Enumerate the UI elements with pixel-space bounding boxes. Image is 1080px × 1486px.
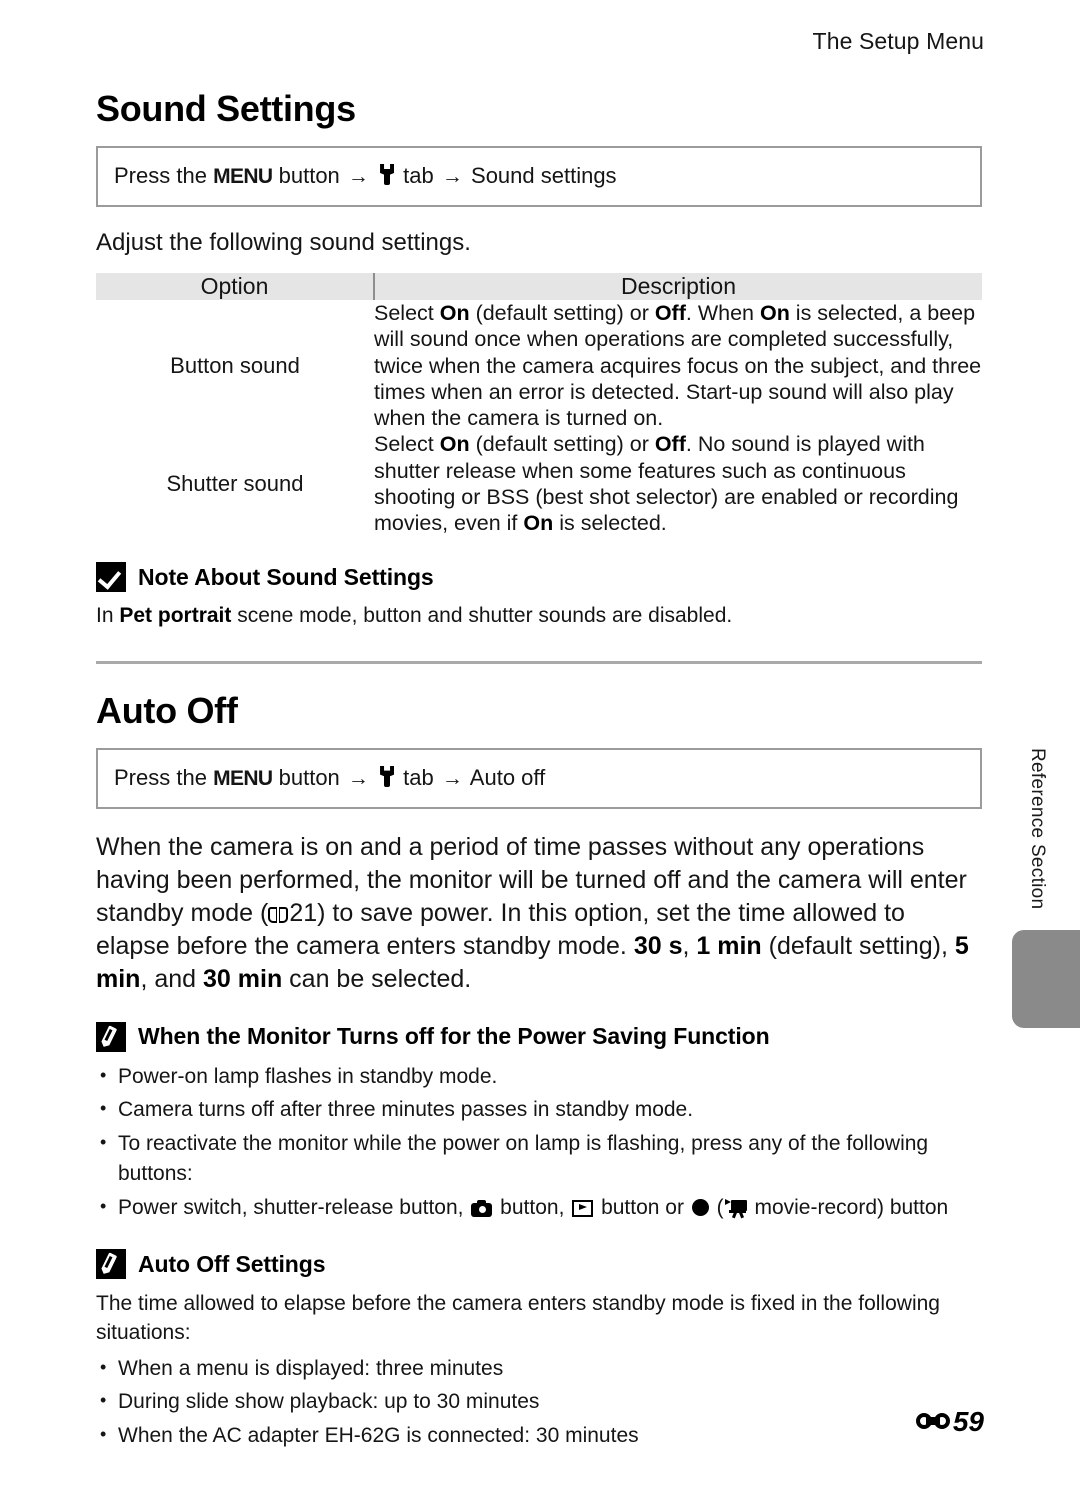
tip-heading-auto-off-settings: Auto Off Settings xyxy=(96,1249,982,1279)
pencil-badge-icon xyxy=(96,1021,126,1052)
list-item: To reactivate the monitor while the powe… xyxy=(96,1129,982,1190)
manual-book-icon xyxy=(268,906,289,924)
path-prefix: Press the xyxy=(114,163,207,188)
cell-option-description: Select On (default setting) or Off. No s… xyxy=(374,432,959,535)
path-button-word: button xyxy=(278,764,340,790)
list-item: When a menu is displayed: three minutes xyxy=(96,1354,982,1384)
path-tab-word: tab xyxy=(403,163,434,188)
movie-record-icon xyxy=(724,1198,747,1218)
cell-option-description: Select On (default setting) or Off. When… xyxy=(374,301,982,431)
menu-button-glyph: MENU xyxy=(213,766,273,790)
options-table: Option Description Button sound Select O… xyxy=(96,273,982,536)
page-footer: 59 xyxy=(915,1406,984,1438)
side-tab-label: Reference Section xyxy=(1027,748,1048,910)
tip-title: Auto Off Settings xyxy=(138,1250,326,1277)
cell-option-name: Shutter sound xyxy=(166,470,304,496)
column-header-description: Description xyxy=(374,273,982,301)
note-body: In Pet portrait scene mode, button and s… xyxy=(96,604,733,628)
record-button-icon xyxy=(691,1198,709,1216)
path-destination: Sound settings xyxy=(471,163,617,188)
auto-off-description: When the camera is on and a period of ti… xyxy=(96,832,969,993)
path-prefix: Press the xyxy=(114,764,207,790)
camera-button-icon xyxy=(471,1199,493,1217)
page-number: 59 xyxy=(952,1406,984,1437)
arrow-icon: → xyxy=(441,766,463,790)
reference-mark-icon xyxy=(915,1413,950,1431)
wrench-icon xyxy=(380,766,394,787)
table-header-row: Option Description xyxy=(96,273,982,301)
table-row: Shutter sound Select On (default setting… xyxy=(96,431,982,536)
list-item: When the AC adapter EH-62G is connected:… xyxy=(96,1421,982,1451)
path-button-word: button xyxy=(278,163,340,188)
path-destination: Auto off xyxy=(469,764,546,790)
side-tab-marker xyxy=(1012,930,1080,1028)
arrow-icon: → xyxy=(441,165,463,188)
page-title-sound-settings: Sound Settings xyxy=(96,88,356,129)
menu-button-glyph: MENU xyxy=(213,165,273,188)
list-item: Power-on lamp flashes in standby mode. xyxy=(96,1062,982,1092)
section-divider xyxy=(96,660,982,664)
note-title: Note About Sound Settings xyxy=(138,563,434,590)
power-saving-bullet-list: Power-on lamp flashes in standby mode. C… xyxy=(96,1062,982,1223)
menu-path-sound-settings: Press the MENU button → tab → Sound sett… xyxy=(96,146,982,208)
list-item: During slide show playback: up to 30 min… xyxy=(96,1387,982,1417)
page-title-auto-off: Auto Off xyxy=(96,689,238,731)
intro-text: Adjust the following sound settings. xyxy=(96,229,471,257)
auto-off-settings-lead: The time allowed to elapse before the ca… xyxy=(96,1292,940,1345)
arrow-icon: → xyxy=(347,165,369,188)
path-tab-word: tab xyxy=(403,764,434,790)
wrench-icon xyxy=(380,164,394,185)
menu-path-auto-off: Press the MENU button → tab → Auto off xyxy=(96,747,982,809)
playback-button-icon xyxy=(572,1199,594,1217)
check-badge-icon xyxy=(96,562,126,593)
arrow-icon: → xyxy=(347,766,369,790)
options-table-body: Button sound Select On (default setting)… xyxy=(96,300,982,536)
tip-title: When the Monitor Turns off for the Power… xyxy=(138,1023,770,1050)
manual-page: The Setup Menu Sound Settings Press the … xyxy=(0,0,1080,1486)
tip-heading-power-saving: When the Monitor Turns off for the Power… xyxy=(96,1021,982,1052)
pencil-badge-icon xyxy=(96,1249,126,1279)
auto-off-settings-bullet-list: When a menu is displayed: three minutes … xyxy=(96,1354,982,1451)
table-row: Button sound Select On (default setting)… xyxy=(96,300,982,431)
list-item: Camera turns off after three minutes pas… xyxy=(96,1095,982,1125)
list-item-sub: Power switch, shutter-release button, bu… xyxy=(96,1193,982,1223)
column-header-option: Option xyxy=(96,273,375,301)
page-content: Sound Settings Press the MENU button → t… xyxy=(96,88,982,1454)
cell-option-name: Button sound xyxy=(170,352,300,378)
running-header: The Setup Menu xyxy=(812,28,984,54)
note-heading-sound-settings: Note About Sound Settings xyxy=(96,562,982,593)
